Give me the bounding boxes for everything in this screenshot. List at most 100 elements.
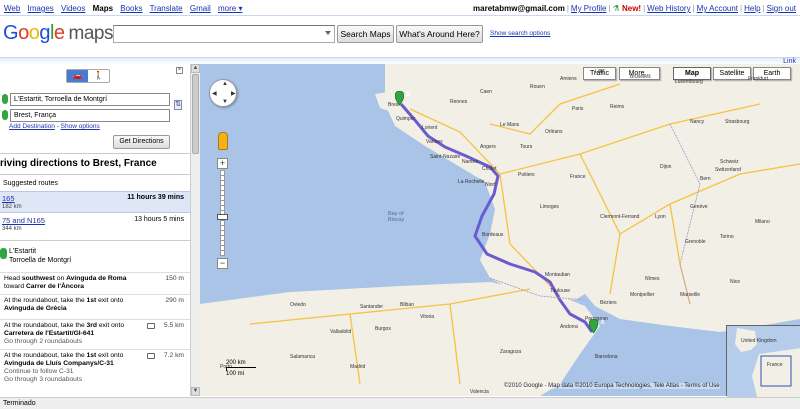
new-badge[interactable]: New! bbox=[622, 4, 641, 13]
city-label: Nîmes bbox=[645, 276, 660, 282]
zoom-in-icon[interactable]: + bbox=[217, 158, 228, 169]
overview-label: France bbox=[767, 362, 783, 368]
pan-left-icon[interactable]: ◀ bbox=[212, 90, 217, 97]
add-destination-link[interactable]: Add Destination bbox=[9, 123, 55, 130]
city-label: Oviedo bbox=[290, 302, 306, 308]
city-label: Tours bbox=[520, 144, 533, 150]
zoom-knob[interactable] bbox=[217, 214, 228, 220]
car-icon[interactable]: 🚗 bbox=[67, 70, 88, 82]
nav-videos[interactable]: Videos bbox=[61, 4, 85, 13]
overview-map[interactable]: United Kingdom France bbox=[726, 325, 800, 397]
street-view-pegman-icon[interactable] bbox=[218, 132, 228, 150]
scroll-up-icon[interactable]: ▲ bbox=[191, 64, 200, 73]
suggested-routes-heading: Suggested routes bbox=[3, 180, 58, 187]
city-label: Dijon bbox=[660, 164, 672, 170]
scroll-down-icon[interactable]: ▼ bbox=[191, 387, 200, 396]
help-link[interactable]: Help bbox=[744, 4, 760, 13]
web-history-link[interactable]: Web History bbox=[647, 4, 690, 13]
zoom-control[interactable]: + − bbox=[217, 158, 229, 270]
map-type-satellite-button[interactable]: Satellite bbox=[713, 67, 751, 80]
city-label: Niort bbox=[485, 182, 496, 188]
marker-a-pin-icon[interactable]: A bbox=[588, 318, 605, 334]
city-label: Salamanca bbox=[290, 354, 316, 360]
show-options-link[interactable]: Show options bbox=[61, 123, 100, 130]
nav-web[interactable]: Web bbox=[4, 4, 20, 13]
city-label: Lille bbox=[595, 69, 604, 75]
route-option-1[interactable]: 165 182 km 11 hours 39 mins bbox=[0, 191, 190, 213]
scroll-thumb[interactable] bbox=[192, 74, 199, 154]
route-name[interactable]: 75 and N165 bbox=[2, 216, 45, 225]
city-label: Reims bbox=[610, 104, 625, 110]
my-account-link[interactable]: My Account bbox=[697, 4, 738, 13]
city-label: Madrid bbox=[350, 364, 366, 370]
start-name-line1: L'Estartit bbox=[9, 248, 37, 255]
pan-right-icon[interactable]: ▶ bbox=[231, 90, 236, 97]
map-canvas[interactable]: Traffic More... Map Satellite Earth ▲ ▼ … bbox=[200, 64, 800, 396]
pan-control[interactable]: ▲ ▼ ◀ ▶ bbox=[209, 79, 237, 107]
direction-step[interactable]: At the roundabout, take the 1st exit ont… bbox=[0, 294, 190, 316]
marker-b-icon bbox=[2, 110, 8, 120]
direction-step[interactable]: Head southwest on Avinguda de Roma towar… bbox=[0, 272, 190, 292]
city-label: Nice bbox=[730, 279, 741, 285]
zoom-track[interactable] bbox=[220, 170, 225, 256]
city-label: Toulouse bbox=[550, 288, 571, 294]
nav-translate[interactable]: Translate bbox=[150, 4, 183, 13]
google-maps-logo[interactable]: Google maps bbox=[3, 22, 113, 45]
step-distance: 7.2 km bbox=[163, 352, 184, 359]
route-name[interactable]: 165 bbox=[2, 194, 15, 203]
swap-icon[interactable]: ⇅ bbox=[174, 100, 182, 110]
waypoint-to: Brest, França bbox=[2, 108, 170, 122]
close-icon[interactable]: × bbox=[176, 67, 183, 74]
to-input[interactable]: Brest, França bbox=[10, 108, 170, 122]
step-text: At the roundabout, take the 1st exit ont… bbox=[4, 297, 124, 312]
city-label: Bern bbox=[700, 176, 711, 182]
get-directions-button[interactable]: Get Directions bbox=[113, 135, 170, 149]
nav-books[interactable]: Books bbox=[120, 4, 142, 13]
direction-step[interactable]: At the roundabout, take the 1st exit ont… bbox=[0, 349, 190, 383]
route-time: 11 hours 39 mins bbox=[127, 194, 184, 201]
nav-gmail[interactable]: Gmail bbox=[190, 4, 211, 13]
whats-around-here-button[interactable]: What's Around Here? bbox=[396, 25, 483, 43]
start-location: L'Estartit Torroella de Montgrí bbox=[9, 247, 71, 265]
marker-b-pin-icon[interactable]: B bbox=[394, 90, 411, 106]
direction-step[interactable]: At the roundabout, take the 3rd exit ont… bbox=[0, 319, 190, 347]
blue-divider-bar: Link bbox=[0, 57, 800, 65]
maps-header: Google maps Search Maps What's Around Her… bbox=[0, 17, 800, 57]
pan-down-icon[interactable]: ▼ bbox=[222, 99, 228, 105]
show-search-options-link[interactable]: Show search options bbox=[490, 30, 550, 37]
city-label: Marseille bbox=[680, 292, 701, 298]
walking-icon[interactable]: 🚶 bbox=[88, 70, 109, 82]
city-label: Saint-Nazaire bbox=[430, 154, 461, 160]
route-time: 13 hours 5 mins bbox=[134, 216, 184, 223]
search-maps-button[interactable]: Search Maps bbox=[337, 25, 394, 43]
city-label: Nancy bbox=[690, 119, 705, 125]
divider bbox=[0, 153, 190, 154]
sign-out-link[interactable]: Sign out bbox=[767, 4, 796, 13]
step-distance: 290 m bbox=[165, 297, 184, 304]
nav-more[interactable]: more ▾ bbox=[218, 4, 242, 13]
pan-up-icon[interactable]: ▲ bbox=[222, 81, 228, 87]
city-label: Torino bbox=[720, 234, 734, 240]
step-distance: 150 m bbox=[165, 275, 184, 282]
step-roundabout-note: Go through 2 roundabouts bbox=[4, 338, 83, 345]
street-view-camera-icon[interactable] bbox=[147, 353, 155, 359]
route-distance: 344 km bbox=[2, 226, 22, 232]
city-label: La Rochelle bbox=[458, 179, 485, 185]
search-input[interactable] bbox=[113, 25, 335, 43]
my-profile-link[interactable]: My Profile bbox=[571, 4, 607, 13]
dropdown-arrow-icon[interactable] bbox=[325, 31, 331, 35]
city-label: Orléans bbox=[545, 129, 563, 135]
from-input[interactable]: L'Estartit, Torroella de Montgrí bbox=[10, 92, 170, 106]
start-name-line2: Torroella de Montgrí bbox=[9, 257, 72, 264]
directions-title: riving directions to Brest, France bbox=[0, 158, 157, 169]
city-label: Béziers bbox=[600, 300, 617, 306]
step-text: At the roundabout, take the 1st exit ont… bbox=[4, 352, 144, 384]
panel-scrollbar[interactable]: ▲ ▼ bbox=[190, 64, 200, 396]
waypoint-from: L'Estartit, Torroella de Montgrí bbox=[2, 92, 170, 106]
street-view-camera-icon[interactable] bbox=[147, 323, 155, 329]
zoom-out-icon[interactable]: − bbox=[217, 258, 228, 269]
route-option-2[interactable]: 75 and N165 344 km 13 hours 5 mins bbox=[0, 214, 190, 236]
directions-panel: 🚗 🚶 × L'Estartit, Torroella de Montgrí B… bbox=[0, 64, 190, 396]
divider bbox=[0, 240, 190, 241]
nav-images[interactable]: Images bbox=[28, 4, 54, 13]
